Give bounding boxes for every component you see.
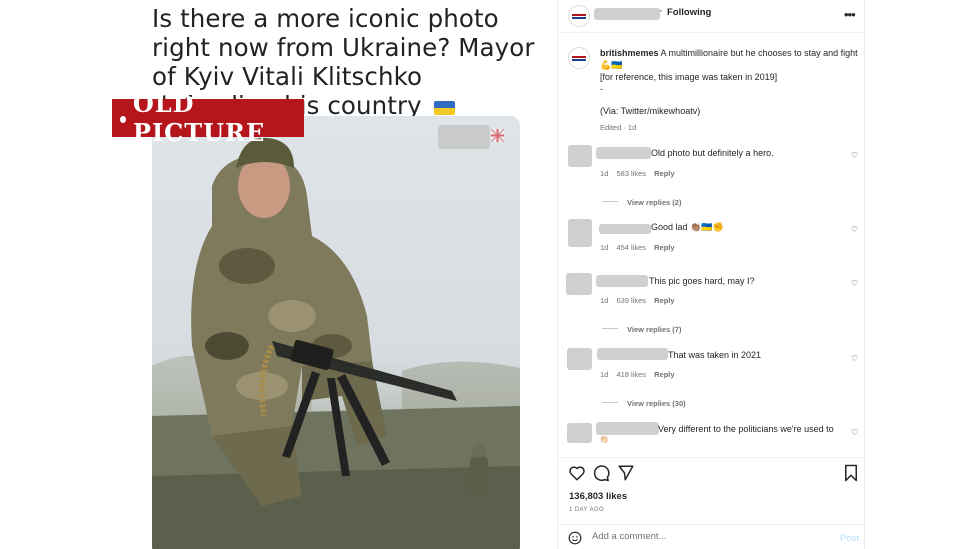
commenter-username-redacted[interactable] (596, 147, 651, 159)
comment-likes[interactable]: 639 likes (616, 296, 646, 305)
comment-bubble-icon[interactable] (592, 464, 610, 482)
post-comment-button[interactable]: Post (840, 533, 859, 544)
comment-text: This pic goes hard, may I? (649, 276, 755, 286)
following-button[interactable]: Following (667, 7, 711, 18)
likes-count[interactable]: 136,803 likes (569, 491, 627, 502)
emoji-icon[interactable] (568, 531, 582, 545)
caption-author[interactable]: britishmemes (600, 48, 659, 58)
soldier-photo-illustration (152, 137, 520, 549)
comment-meta: 1d 454 likes Reply (600, 243, 681, 252)
comment-age: 1d (600, 296, 609, 305)
comment-meta: 1d 418 likes Reply (600, 370, 681, 379)
comments-scroll-area[interactable]: britishmemes A multimillionaire but he c… (558, 33, 864, 457)
comment-like-icon[interactable]: ♡ (851, 279, 858, 288)
add-comment-bar: Post (558, 524, 864, 549)
more-horizontal-icon[interactable]: ••• (844, 7, 856, 22)
comment-meta: 1d 639 likes Reply (600, 296, 681, 305)
heart-icon[interactable] (568, 464, 586, 482)
comment-extra-emoji: 👏🏻 (599, 435, 609, 444)
view-replies-button[interactable]: View replies (30) (602, 399, 686, 408)
comment-age: 1d (600, 169, 609, 178)
author-username-redacted[interactable] (594, 8, 660, 20)
comment-likes[interactable]: 583 likes (616, 169, 646, 178)
comment-age: 1d (600, 243, 609, 252)
comment-like-icon[interactable]: ♡ (851, 225, 858, 234)
caption-via: (Via: Twitter/mikewhoatv) (600, 106, 701, 116)
commenter-avatar[interactable] (568, 145, 592, 167)
comment-like-icon[interactable]: ♡ (851, 428, 858, 437)
comment-text: That was taken in 2021 (668, 350, 762, 360)
post-actions-bar: 136,803 likes 1 DAY AGO (558, 457, 864, 523)
caption-line-1: A multimillionaire but he chooses to sta… (660, 48, 858, 58)
view-replies-button[interactable]: View replies (7) (602, 325, 681, 334)
reply-button[interactable]: Reply (654, 169, 674, 178)
commenter-username-redacted[interactable] (596, 275, 648, 287)
comment-age: 1d (600, 370, 609, 379)
post-edited-meta: Edited · 1d (600, 123, 637, 132)
bookmark-icon[interactable] (842, 464, 860, 482)
commenter-username-redacted[interactable] (599, 224, 651, 234)
photo-watermark-handle (438, 125, 490, 149)
header-separator: · (659, 5, 663, 17)
reply-button[interactable]: Reply (654, 296, 674, 305)
comment-likes[interactable]: 418 likes (616, 370, 646, 379)
comment-like-icon[interactable]: ♡ (851, 354, 858, 363)
old-picture-badge: OLD PICTURE (112, 89, 304, 147)
commenter-avatar[interactable] (567, 423, 592, 443)
comment-text: Very different to the politicians we're … (658, 424, 834, 434)
comment-like-icon[interactable]: ♡ (851, 151, 858, 160)
post-caption: britishmemes A multimillionaire but he c… (600, 47, 860, 117)
post-age: 1 DAY AGO (569, 507, 605, 513)
view-replies-label[interactable]: View replies (2) (627, 198, 681, 207)
reply-button[interactable]: Reply (654, 243, 674, 252)
author-avatar[interactable] (568, 5, 590, 27)
comment-input[interactable] (592, 531, 812, 542)
bullet-dot-icon (120, 115, 126, 123)
view-replies-label[interactable]: View replies (30) (627, 399, 686, 408)
comments-panel: · Following ••• britishmemes A multimill… (557, 0, 865, 549)
reply-button[interactable]: Reply (654, 370, 674, 379)
uk-flag-icon (491, 129, 504, 142)
caption-emojis: 💪🇺🇦 (600, 60, 623, 70)
ukraine-flag-icon (433, 101, 455, 115)
caption-line-2: [for reference, this image was taken in … (600, 72, 778, 82)
commenter-avatar[interactable] (568, 219, 592, 247)
comment-text: Good lad 👏🏽🇺🇦✊ (651, 222, 724, 232)
comment-text: Old photo but definitely a hero. (651, 148, 774, 158)
page-margin-right (865, 0, 976, 549)
caption-dash: - (600, 84, 603, 94)
post-media-area: Is there a more iconic photo right now f… (0, 0, 557, 549)
comment-likes[interactable]: 454 likes (616, 243, 646, 252)
post-photo[interactable] (152, 116, 520, 549)
comment-meta: 1d 583 likes Reply (600, 169, 681, 178)
view-replies-button[interactable]: View replies (2) (602, 198, 681, 207)
caption-author-avatar[interactable] (568, 47, 590, 69)
paper-plane-icon[interactable] (617, 464, 635, 482)
old-picture-label: OLD PICTURE (132, 89, 266, 147)
commenter-username-redacted[interactable] (597, 348, 668, 360)
commenter-avatar[interactable] (567, 348, 592, 370)
commenter-avatar[interactable] (566, 273, 592, 295)
view-replies-label[interactable]: View replies (7) (627, 325, 681, 334)
post-header: · Following ••• (558, 0, 864, 33)
